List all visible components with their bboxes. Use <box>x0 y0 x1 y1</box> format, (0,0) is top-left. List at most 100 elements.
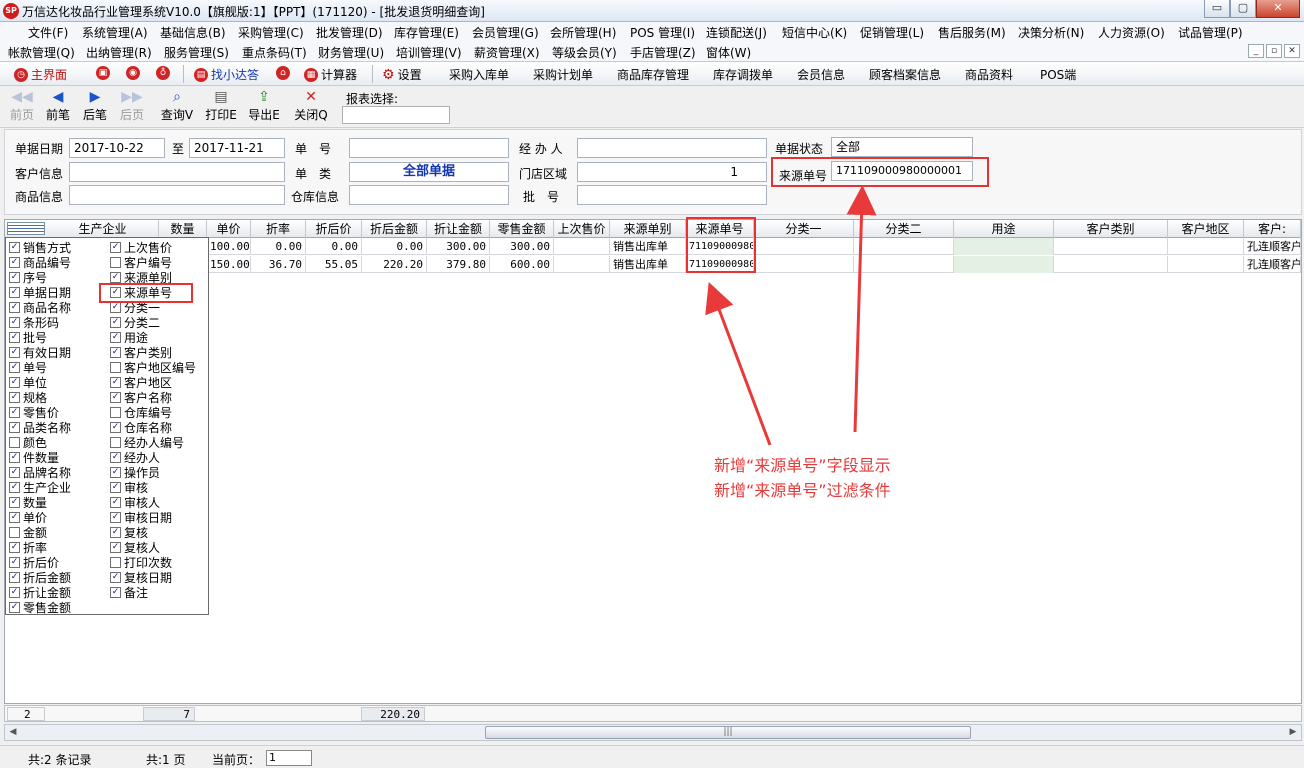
checkbox-checked-icon[interactable]: ✓ <box>9 467 20 478</box>
menu-sms[interactable]: 短信中心(K) <box>782 24 847 41</box>
report-select-input[interactable] <box>342 106 450 124</box>
col-header-retail-amount[interactable]: 零售金额 <box>490 220 554 238</box>
menu-level-member[interactable]: 等级会员(Y) <box>552 44 617 61</box>
checkbox-checked-icon[interactable]: ✓ <box>110 542 121 553</box>
column-option[interactable]: ✓ 商品编号 <box>9 255 71 270</box>
print-button[interactable]: ▤ 打印E <box>202 88 240 123</box>
column-option[interactable]: ✓ 生产企业 <box>9 480 71 495</box>
column-option[interactable]: ✓ 操作员 <box>110 465 160 480</box>
menu-member[interactable]: 会员管理(G) <box>472 24 539 41</box>
menu-key-barcode[interactable]: 重点条码(T) <box>242 44 307 61</box>
checkbox-unchecked-icon[interactable] <box>110 557 121 568</box>
col-header-discount-price[interactable]: 折后价 <box>306 220 362 238</box>
column-option[interactable]: ✓ 品类名称 <box>9 420 71 435</box>
checkbox-checked-icon[interactable]: ✓ <box>110 272 121 283</box>
col-header-customer-region[interactable]: 客户地区 <box>1168 220 1244 238</box>
checkbox-checked-icon[interactable]: ✓ <box>9 407 20 418</box>
checkbox-unchecked-icon[interactable] <box>110 362 121 373</box>
settings-button[interactable]: ⚙ 设置 <box>382 66 422 83</box>
column-option[interactable]: ✓ 批号 <box>9 330 47 345</box>
column-option[interactable]: ✓ 折率 <box>9 540 47 555</box>
col-header-qty[interactable]: 数量 <box>159 220 207 238</box>
column-option[interactable]: ✓ 客户类别 <box>110 345 172 360</box>
column-option[interactable]: ✓ 规格 <box>9 390 47 405</box>
column-option[interactable]: ✓ 销售方式 <box>9 240 71 255</box>
menu-purchase[interactable]: 采购管理(C) <box>238 24 304 41</box>
col-header-customer[interactable]: 客户: <box>1244 220 1301 238</box>
find-helper-button[interactable]: ▤ 找小达答 <box>194 66 259 83</box>
checkbox-checked-icon[interactable]: ✓ <box>110 572 121 583</box>
lock-button[interactable]: ▣ <box>96 66 110 80</box>
quick-link-stock[interactable]: 商品库存管理 <box>617 66 689 83</box>
col-header-last-price[interactable]: 上次售价 <box>554 220 610 238</box>
column-option[interactable]: ✓ 单据日期 <box>9 285 71 300</box>
column-option[interactable]: ✓ 用途 <box>110 330 148 345</box>
checkbox-checked-icon[interactable]: ✓ <box>9 557 20 568</box>
checkbox-checked-icon[interactable]: ✓ <box>9 242 20 253</box>
checkbox-unchecked-icon[interactable] <box>110 257 121 268</box>
doc-type-select[interactable]: 全部单据 <box>349 162 509 182</box>
menu-hand-store[interactable]: 手店管理(Z) <box>630 44 696 61</box>
column-option[interactable]: ✓ 折让金额 <box>9 585 71 600</box>
checkbox-checked-icon[interactable]: ✓ <box>110 422 121 433</box>
column-option[interactable]: ✓ 件数量 <box>9 450 59 465</box>
batch-input[interactable] <box>577 185 767 205</box>
date-from-input[interactable]: 2017-10-22 <box>69 138 165 158</box>
checkbox-checked-icon[interactable]: ✓ <box>9 422 20 433</box>
column-option[interactable]: ✓ 经办人 <box>110 450 160 465</box>
scroll-thumb[interactable]: ||| <box>485 726 971 739</box>
checkbox-checked-icon[interactable]: ✓ <box>110 377 121 388</box>
checkbox-checked-icon[interactable]: ✓ <box>9 512 20 523</box>
prev-page-button[interactable]: ◀◀ 前页 <box>3 88 41 123</box>
column-option[interactable]: ✓ 审核 <box>110 480 148 495</box>
prev-record-button[interactable]: ◀ 前笔 <box>39 88 77 123</box>
close-window-button[interactable]: ✕ <box>1256 0 1300 18</box>
column-option[interactable]: ✓ 数量 <box>9 495 47 510</box>
scroll-left-icon[interactable]: ◀ <box>5 725 21 740</box>
checkbox-checked-icon[interactable]: ✓ <box>9 377 20 388</box>
quick-link-customer[interactable]: 顾客档案信息 <box>869 66 941 83</box>
store-input[interactable]: 1 <box>577 162 767 182</box>
column-option[interactable]: ✓ 审核人 <box>110 495 160 510</box>
main-screen-button[interactable]: ◷ 主界面 <box>14 66 67 83</box>
checkbox-checked-icon[interactable]: ✓ <box>110 302 121 313</box>
menu-cashier[interactable]: 出纳管理(R) <box>86 44 152 61</box>
close-report-button[interactable]: ✕ 关闭Q <box>292 88 330 123</box>
checkbox-checked-icon[interactable]: ✓ <box>9 572 20 583</box>
checkbox-checked-icon[interactable]: ✓ <box>110 482 121 493</box>
column-option[interactable]: 金额 <box>9 525 47 540</box>
menu-promotion[interactable]: 促销管理(L) <box>860 24 924 41</box>
menu-pos[interactable]: POS 管理(I) <box>630 24 695 41</box>
checkbox-checked-icon[interactable]: ✓ <box>9 452 20 463</box>
column-option[interactable]: ✓ 单号 <box>9 360 47 375</box>
column-option[interactable]: ✓ 折后价 <box>9 555 59 570</box>
column-option[interactable]: ✓ 折后金额 <box>9 570 71 585</box>
checkbox-unchecked-icon[interactable] <box>9 527 20 538</box>
quick-link-pos[interactable]: POS端 <box>1040 66 1076 83</box>
col-header-source-type[interactable]: 来源单别 <box>610 220 686 238</box>
col-header-manufacturer[interactable]: 生产企业 <box>47 220 159 238</box>
menu-accounts[interactable]: 帐款管理(Q) <box>8 44 75 61</box>
current-page-input[interactable]: 1 <box>266 750 312 766</box>
menu-chain[interactable]: 连锁配送(J) <box>706 24 767 41</box>
menu-training[interactable]: 培训管理(V) <box>396 44 462 61</box>
checkbox-checked-icon[interactable]: ✓ <box>110 242 121 253</box>
column-option[interactable]: 经办人编号 <box>110 435 184 450</box>
column-option[interactable]: ✓ 复核人 <box>110 540 160 555</box>
menu-club[interactable]: 会所管理(H) <box>550 24 616 41</box>
date-to-input[interactable]: 2017-11-21 <box>189 138 285 158</box>
checkbox-checked-icon[interactable]: ✓ <box>9 392 20 403</box>
mdi-close-button[interactable]: ✕ <box>1284 44 1300 58</box>
horizontal-scrollbar[interactable]: ◀ ||| ▶ <box>4 724 1302 741</box>
col-header-discount-amount[interactable]: 折后金额 <box>362 220 427 238</box>
column-option[interactable]: 仓库编号 <box>110 405 172 420</box>
export-button[interactable]: ⇪ 导出E <box>245 88 283 123</box>
quick-link-purchase-plan[interactable]: 采购计划单 <box>533 66 593 83</box>
col-header-allowance[interactable]: 折让金额 <box>427 220 490 238</box>
column-option[interactable]: ✓ 条形码 <box>9 315 59 330</box>
checkbox-checked-icon[interactable]: ✓ <box>9 302 20 313</box>
next-record-button[interactable]: ▶ 后笔 <box>76 88 114 123</box>
checkbox-checked-icon[interactable]: ✓ <box>9 347 20 358</box>
column-option[interactable]: ✓ 复核 <box>110 525 148 540</box>
checkbox-unchecked-icon[interactable] <box>110 437 121 448</box>
